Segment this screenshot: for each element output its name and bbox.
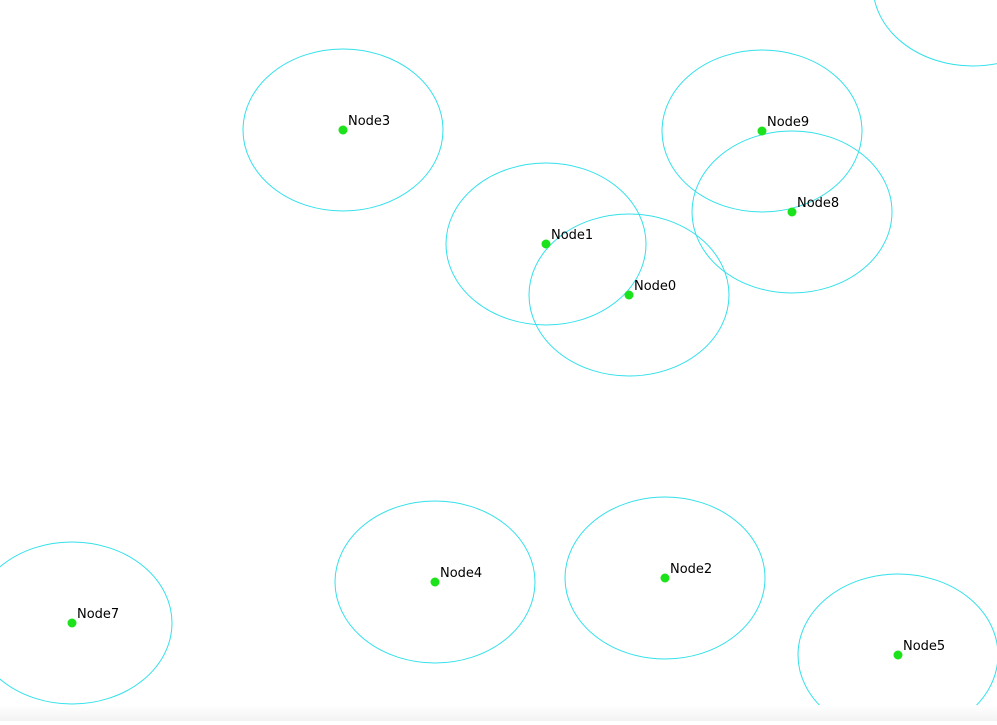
node1-label: Node1	[551, 228, 593, 243]
node3-label: Node3	[348, 114, 390, 129]
range-ring-offscreen	[874, 0, 997, 67]
range-rings	[0, 0, 997, 725]
node7-marker[interactable]	[67, 618, 77, 628]
node0-marker[interactable]	[624, 290, 634, 300]
network-canvas: Node3 Node9 Node8 Node1 Node0 Node7 Node…	[0, 0, 997, 725]
node4-label: Node4	[440, 566, 482, 581]
node8-label: Node8	[797, 196, 839, 211]
node7-label: Node7	[77, 607, 119, 622]
bottom-edge-shadow	[0, 705, 997, 721]
node-markers	[67, 125, 903, 660]
node5-marker[interactable]	[893, 650, 903, 660]
node3-marker[interactable]	[338, 125, 348, 135]
node-labels: Node3 Node9 Node8 Node1 Node0 Node7 Node…	[77, 114, 945, 654]
node9-label: Node9	[767, 115, 809, 130]
node2-marker[interactable]	[660, 573, 670, 583]
node9-marker[interactable]	[757, 126, 767, 136]
node4-marker[interactable]	[430, 577, 440, 587]
node8-marker[interactable]	[787, 207, 797, 217]
node5-label: Node5	[903, 639, 945, 654]
range-ring-node5	[797, 573, 997, 725]
node1-marker[interactable]	[541, 239, 551, 249]
node2-label: Node2	[670, 562, 712, 577]
network-diagram: Node3 Node9 Node8 Node1 Node0 Node7 Node…	[0, 0, 997, 725]
range-ring-node7	[0, 541, 173, 705]
node0-label: Node0	[634, 279, 676, 294]
